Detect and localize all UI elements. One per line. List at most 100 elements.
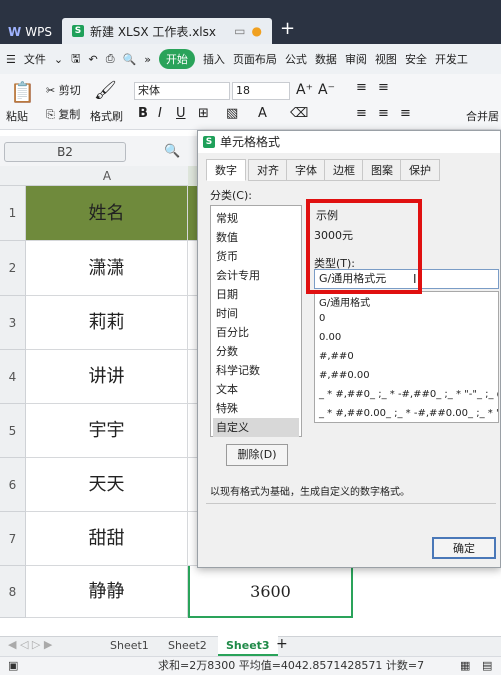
cell-a4[interactable]: 讲讲 <box>26 350 188 404</box>
category-item[interactable]: 货币 <box>213 247 299 266</box>
align-top-icon[interactable]: ≡ <box>356 80 367 95</box>
menu-security[interactable]: 安全 <box>405 51 427 67</box>
font-size-select[interactable]: 18 <box>232 82 290 100</box>
category-item-selected[interactable]: 自定义 <box>213 418 299 437</box>
file-tab[interactable]: S 新建 XLSX 工作表.xlsx ▭ ● <box>62 18 272 44</box>
category-item[interactable]: 会计专用 <box>213 266 299 285</box>
border-icon[interactable]: ⊞ <box>198 106 209 121</box>
normal-view-icon[interactable]: ▦ <box>460 657 470 675</box>
decrease-font-icon[interactable]: A⁻ <box>318 82 335 98</box>
sheet-tab-3[interactable]: Sheet3 <box>218 636 278 656</box>
more-icon[interactable]: » <box>144 53 151 66</box>
align-right-icon[interactable]: ≡ <box>400 106 411 121</box>
tab-pattern[interactable]: 图案 <box>362 159 402 181</box>
zoom-icon[interactable]: 🔍 <box>164 144 180 159</box>
row-header[interactable]: 4 <box>0 350 26 404</box>
type-item[interactable]: _ * #,##0_ ;_ * -#,##0_ ;_ * "-"_ ;_ @_ <box>319 389 498 400</box>
preview-icon[interactable]: 🔍 <box>123 53 137 66</box>
category-item[interactable]: 分数 <box>213 342 299 361</box>
menu-data[interactable]: 数据 <box>315 51 337 67</box>
sheet-tab-1[interactable]: Sheet1 <box>102 636 157 656</box>
type-item[interactable]: #,##0 <box>319 351 354 362</box>
menu-view[interactable]: 视图 <box>375 51 397 67</box>
menu-formula[interactable]: 公式 <box>285 51 307 67</box>
type-item[interactable]: _ * #,##0.00_ ;_ * -#,##0.00_ ;_ * "-"??… <box>319 408 498 419</box>
tab-protection[interactable]: 保护 <box>400 159 440 181</box>
cell-b8[interactable]: 3600 <box>188 566 353 618</box>
align-center-icon[interactable]: ≡ <box>378 106 389 121</box>
column-header-a[interactable]: A <box>26 166 188 186</box>
cell-a5[interactable]: 宇宇 <box>26 404 188 458</box>
merge-button[interactable]: 合并居 <box>466 108 499 124</box>
row-header[interactable]: 2 <box>0 241 26 296</box>
font-name-select[interactable]: 宋体 <box>134 82 230 100</box>
page-view-icon[interactable]: ▤ <box>482 657 492 675</box>
cell-a1[interactable]: 姓名 <box>26 186 188 241</box>
category-item[interactable]: 科学记数 <box>213 361 299 380</box>
add-sheet-icon[interactable]: + <box>276 636 288 652</box>
format-painter-button[interactable]: 格式刷 <box>90 108 123 124</box>
print-icon[interactable]: ⎙ <box>106 52 115 66</box>
row-header[interactable]: 5 <box>0 404 26 458</box>
menu-developer[interactable]: 开发工 <box>435 51 468 67</box>
sheet-tab-2[interactable]: Sheet2 <box>160 636 215 656</box>
cell-a6[interactable]: 天天 <box>26 458 188 512</box>
monitor-icon[interactable]: ▭ <box>234 24 245 38</box>
row-header[interactable]: 1 <box>0 186 26 241</box>
type-item[interactable]: 0.00 <box>319 332 341 343</box>
paste-button[interactable]: 粘贴 <box>6 108 28 124</box>
type-item[interactable]: #,##0.00 <box>319 370 370 381</box>
wps-app-tab[interactable]: W WPS <box>0 20 60 44</box>
format-painter-icon[interactable]: 🖌 <box>94 80 117 101</box>
new-tab-button[interactable]: + <box>280 18 295 39</box>
increase-font-icon[interactable]: A⁺ <box>296 82 313 98</box>
menu-file[interactable]: 文件 <box>24 51 46 67</box>
dialog-title-bar[interactable]: S 单元格格式 <box>198 131 500 153</box>
cell-a8[interactable]: 静静 <box>26 566 188 618</box>
sheet-nav-icon[interactable]: ◀ ◁ ▷ ▶ <box>8 638 52 651</box>
copy-button[interactable]: ⎘ 复制 <box>46 106 80 122</box>
align-middle-icon[interactable]: ≡ <box>378 80 389 95</box>
category-item[interactable]: 文本 <box>213 380 299 399</box>
menu-page-layout[interactable]: 页面布局 <box>233 51 277 67</box>
category-item[interactable]: 百分比 <box>213 323 299 342</box>
italic-icon[interactable]: I <box>158 106 162 121</box>
cut-button[interactable]: ✂ 剪切 <box>46 82 81 98</box>
font-color-icon[interactable]: A <box>258 106 267 121</box>
undo-icon[interactable]: ↶ <box>88 53 97 66</box>
save-icon[interactable]: 🖫 <box>71 50 80 69</box>
menu-review[interactable]: 审阅 <box>345 51 367 67</box>
tab-border[interactable]: 边框 <box>324 159 364 181</box>
row-header[interactable]: 7 <box>0 512 26 566</box>
category-item[interactable]: 常规 <box>213 209 299 228</box>
category-item[interactable]: 时间 <box>213 304 299 323</box>
menu-home[interactable]: 开始 <box>158 49 195 69</box>
type-item[interactable]: G/通用格式 <box>319 294 370 309</box>
category-item[interactable]: 特殊 <box>213 399 299 418</box>
clear-format-icon[interactable]: ⌫ <box>290 106 308 121</box>
delete-button[interactable]: 删除(D) <box>226 444 288 466</box>
name-box[interactable]: B2 <box>4 142 126 162</box>
align-left-icon[interactable]: ≡ <box>356 106 367 121</box>
category-item[interactable]: 日期 <box>213 285 299 304</box>
category-item[interactable]: 数值 <box>213 228 299 247</box>
row-header[interactable]: 8 <box>0 566 26 618</box>
row-header[interactable]: 6 <box>0 458 26 512</box>
cell-a2[interactable]: 潇潇 <box>26 241 188 296</box>
ok-button[interactable]: 确定 <box>432 537 496 559</box>
underline-icon[interactable]: U <box>176 106 186 121</box>
hamburger-icon[interactable]: ☰ <box>6 53 16 66</box>
fill-color-icon[interactable]: ▧ <box>226 106 238 121</box>
menu-insert[interactable]: 插入 <box>203 51 225 67</box>
tab-number[interactable]: 数字 <box>206 159 246 181</box>
tab-font[interactable]: 字体 <box>286 159 326 181</box>
type-item[interactable]: 0 <box>319 313 325 324</box>
tab-alignment[interactable]: 对齐 <box>248 159 288 181</box>
chevron-down-icon[interactable]: ⌄ <box>54 53 63 66</box>
cell-a7[interactable]: 甜甜 <box>26 512 188 566</box>
category-list[interactable]: 常规 数值 货币 会计专用 日期 时间 百分比 分数 科学记数 文本 特殊 自定… <box>210 205 302 437</box>
cell-a3[interactable]: 莉莉 <box>26 296 188 350</box>
paste-icon[interactable]: 📋 <box>10 80 35 104</box>
bold-icon[interactable]: B <box>138 106 148 121</box>
row-header[interactable]: 3 <box>0 296 26 350</box>
